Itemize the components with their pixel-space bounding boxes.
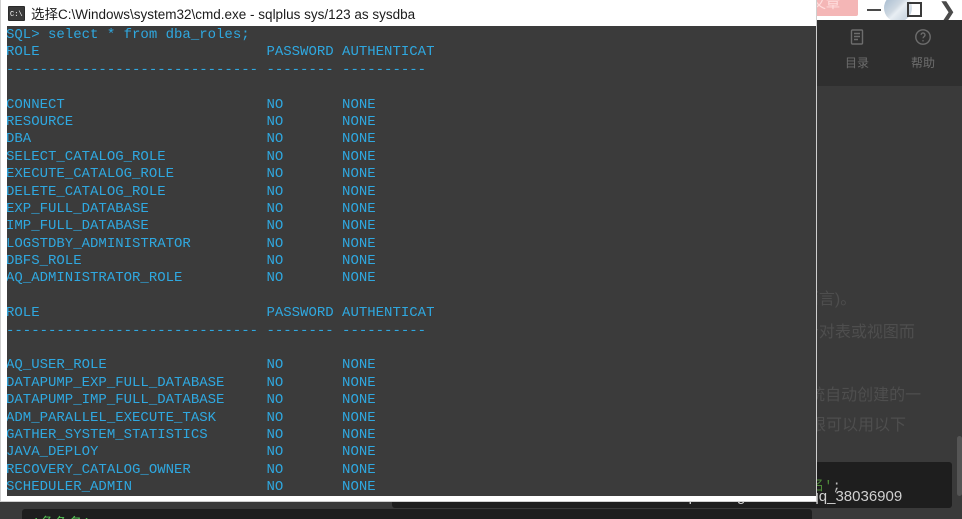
console-line: CONNECT NO NONE	[6, 96, 376, 113]
console-line: ROLE PASSWORD AUTHENTICAT	[6, 44, 435, 61]
window-border-left	[1, 26, 7, 501]
toolbar-help[interactable]: 帮助	[890, 25, 956, 81]
console-line: DBFS_ROLE NO NONE	[6, 253, 376, 270]
console-line: ------------------------------ -------- …	[6, 61, 427, 78]
toolbar-label: 目录	[844, 56, 869, 70]
console-line: LOGSTDBY_ADMINISTRATOR NO NONE	[6, 235, 376, 252]
toolbar-group-help: 目录 帮助	[824, 25, 956, 81]
console-line: IMP_FULL_DATABASE NO NONE	[6, 218, 376, 235]
console-line: AQ_USER_ROLE NO NONE	[6, 357, 376, 374]
console-line: RECOVERY_CATALOG_OWNER NO NONE	[6, 461, 376, 478]
maximize-button[interactable]	[907, 2, 922, 17]
cmd-icon: C:\	[8, 5, 25, 21]
window-border-bottom	[1, 496, 816, 501]
console-line: RESOURCE NO NONE	[6, 113, 376, 130]
console-line: DATAPUMP_IMP_FULL_DATABASE NO NONE	[6, 392, 376, 409]
console-line: SQL> select * from dba_roles;	[6, 27, 250, 43]
toolbar-label: 帮助	[910, 56, 935, 70]
console-line: GATHER_SYSTEM_STATISTICS NO NONE	[6, 426, 376, 443]
table-of-contents-icon	[847, 25, 867, 49]
minimize-button[interactable]	[867, 9, 881, 11]
console-line: ADM_PARALLEL_EXECUTE_TASK NO NONE	[6, 409, 376, 426]
cmd-title-bar[interactable]: C:\ 选择C:\Windows\system32\cmd.exe - sqlp…	[1, 0, 816, 26]
console-line: DBA NO NONE	[6, 131, 376, 148]
console-line: DATAPUMP_EXP_FULL_DATABASE NO NONE	[6, 374, 376, 391]
toolbar-table-of-contents[interactable]: 目录	[824, 25, 890, 81]
cmd-console-window[interactable]: C:\ 选择C:\Windows\system32\cmd.exe - sqlp…	[0, 0, 817, 502]
console-line: ------------------------------ -------- …	[6, 322, 427, 339]
console-line: EXECUTE_CATALOG_ROLE NO NONE	[6, 166, 376, 183]
console-line: SELECT_CATALOG_ROLE NO NONE	[6, 148, 376, 165]
console-line: EXP_FULL_DATABASE NO NONE	[6, 200, 376, 217]
console-line: AQ_ADMINISTRATOR_ROLE NO NONE	[6, 270, 376, 287]
article-code-block-bottom[interactable]: '角色名';	[22, 509, 812, 519]
cmd-output-area[interactable]: SQL> select * from dba_roles; ROLE PASSWO…	[2, 26, 816, 501]
console-line: DELETE_CATALOG_ROLE NO NONE	[6, 183, 376, 200]
screen: 0/100 发布文章 ❯ 代码块	[0, 0, 962, 519]
console-line: SCHEDULER_ADMIN NO NONE	[6, 479, 376, 496]
console-line: JAVA_DEPLOY NO NONE	[6, 444, 376, 461]
help-icon	[913, 25, 933, 49]
console-line: ROLE PASSWORD AUTHENTICAT	[6, 305, 435, 322]
cmd-window-title: 选择C:\Windows\system32\cmd.exe - sqlplus …	[31, 7, 416, 22]
page-scrollbar[interactable]	[957, 436, 962, 496]
